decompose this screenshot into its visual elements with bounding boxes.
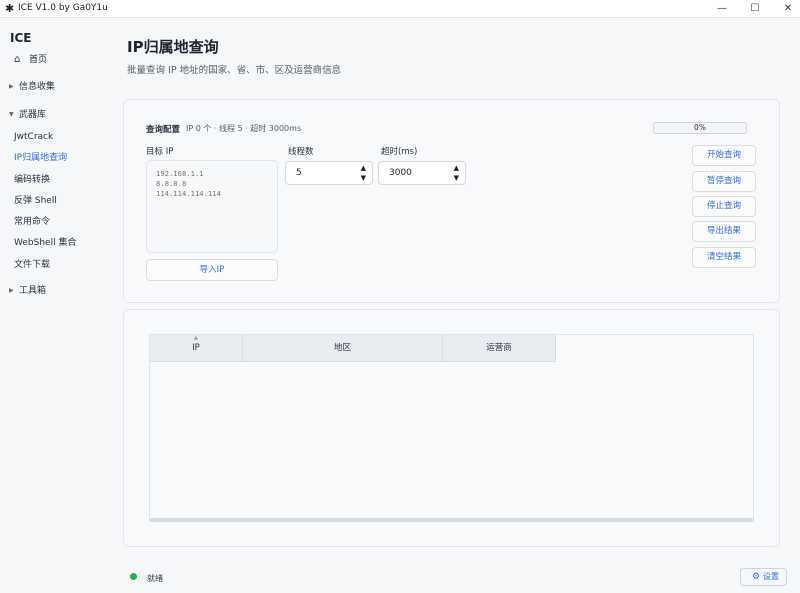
sidebar-group-label: 武器库: [19, 110, 47, 120]
page-subtitle: 批量查询 IP 地址的国家、省、市、区及运营商信息: [127, 65, 342, 76]
sidebar-item-label: 反弹 Shell: [14, 196, 57, 206]
status-text: 就绪: [147, 574, 163, 583]
window-title: ICE V1.0 by Ga0Y1u: [18, 3, 108, 13]
caret-right-icon: ▶: [9, 287, 14, 294]
gear-icon: ⚙: [752, 572, 761, 582]
sidebar-item-label: IP归属地查询: [14, 153, 68, 163]
pause-query-button[interactable]: 暂停查询: [692, 171, 756, 192]
sidebar-item-label: 常用命令: [14, 217, 51, 227]
arrow-up-icon[interactable]: ▲: [361, 165, 366, 172]
close-icon[interactable]: ✕: [776, 0, 800, 18]
progress-bar: 0%: [653, 122, 747, 134]
arrow-up-icon[interactable]: ▲: [454, 165, 459, 172]
timeout-label: 超时(ms): [381, 147, 418, 157]
sidebar-item-label: JwtCrack: [14, 132, 54, 142]
config-title: 查询配置: [146, 125, 181, 135]
sidebar: ICE ⌂ 首页 ▶ 信息收集 ▼ 武器库 JwtCrack IP归属地查询 编…: [0, 19, 104, 593]
horizontal-scrollbar[interactable]: [150, 518, 753, 522]
title-bar: ✱ ICE V1.0 by Ga0Y1u — ☐ ✕: [0, 0, 800, 18]
stop-query-button[interactable]: 停止查询: [692, 196, 756, 217]
caret-down-icon: ▼: [9, 111, 14, 118]
sidebar-item-ip-location[interactable]: IP归属地查询: [0, 149, 104, 167]
sidebar-item-encoding[interactable]: 编码转换: [0, 171, 104, 189]
home-icon: ⌂: [14, 54, 21, 65]
threads-spinbox[interactable]: 5 ▲ ▼: [285, 161, 373, 185]
settings-button[interactable]: ⚙ 设置: [740, 568, 787, 586]
sidebar-group-label: 工具箱: [19, 286, 47, 296]
start-query-button[interactable]: 开始查询: [692, 145, 756, 166]
sidebar-item-common-commands[interactable]: 常用命令: [0, 213, 104, 231]
maximize-icon[interactable]: ☐: [743, 0, 767, 18]
export-results-button[interactable]: 导出结果: [692, 221, 756, 242]
caret-right-icon: ▶: [9, 83, 14, 90]
sidebar-item-label: 编码转换: [14, 175, 51, 185]
sidebar-item-jwtcrack[interactable]: JwtCrack: [0, 128, 104, 146]
threads-label: 线程数: [288, 147, 314, 157]
sidebar-item-label: 文件下载: [14, 260, 51, 270]
target-ip-input[interactable]: [146, 160, 278, 253]
sidebar-item-file-download[interactable]: 文件下载: [0, 256, 104, 274]
config-summary: IP 0 个 · 线程 5 · 超时 3000ms: [186, 124, 302, 133]
target-ip-label: 目标 IP: [146, 147, 174, 157]
timeout-value: 3000: [389, 168, 412, 178]
table-header: ▲ IP 地区 运营商: [150, 335, 556, 362]
brand: ICE: [10, 31, 32, 45]
threads-value: 5: [296, 168, 302, 178]
column-header-region[interactable]: 地区: [243, 335, 443, 362]
import-ip-button[interactable]: 导入IP: [146, 259, 278, 281]
sidebar-item-label: 首页: [29, 55, 48, 65]
timeout-spinbox[interactable]: 3000 ▲ ▼: [378, 161, 466, 185]
sidebar-item-home[interactable]: ⌂ 首页: [0, 51, 104, 69]
sidebar-group-tools[interactable]: ▶ 工具箱: [0, 282, 104, 300]
results-table: ▲ IP 地区 运营商: [149, 334, 754, 522]
column-header-isp[interactable]: 运营商: [443, 335, 556, 362]
arrow-down-icon[interactable]: ▼: [361, 175, 366, 182]
app-logo-icon: ✱: [5, 2, 15, 15]
sidebar-group-arsenal[interactable]: ▼ 武器库: [0, 106, 104, 124]
sidebar-group-info[interactable]: ▶ 信息收集: [0, 78, 104, 96]
sidebar-item-reverse-shell[interactable]: 反弹 Shell: [0, 192, 104, 210]
page-title: IP归属地查询: [127, 38, 219, 56]
progress-text: 0%: [694, 123, 706, 132]
sidebar-group-label: 信息收集: [19, 82, 56, 92]
arrow-down-icon[interactable]: ▼: [454, 175, 459, 182]
column-header-ip[interactable]: IP: [150, 335, 243, 362]
status-indicator: [130, 573, 137, 580]
settings-label: 设置: [763, 572, 779, 581]
clear-results-button[interactable]: 清空结果: [692, 247, 756, 268]
sidebar-item-webshell[interactable]: WebShell 集合: [0, 234, 104, 252]
sidebar-item-label: WebShell 集合: [14, 238, 77, 248]
minimize-icon[interactable]: —: [710, 0, 734, 18]
